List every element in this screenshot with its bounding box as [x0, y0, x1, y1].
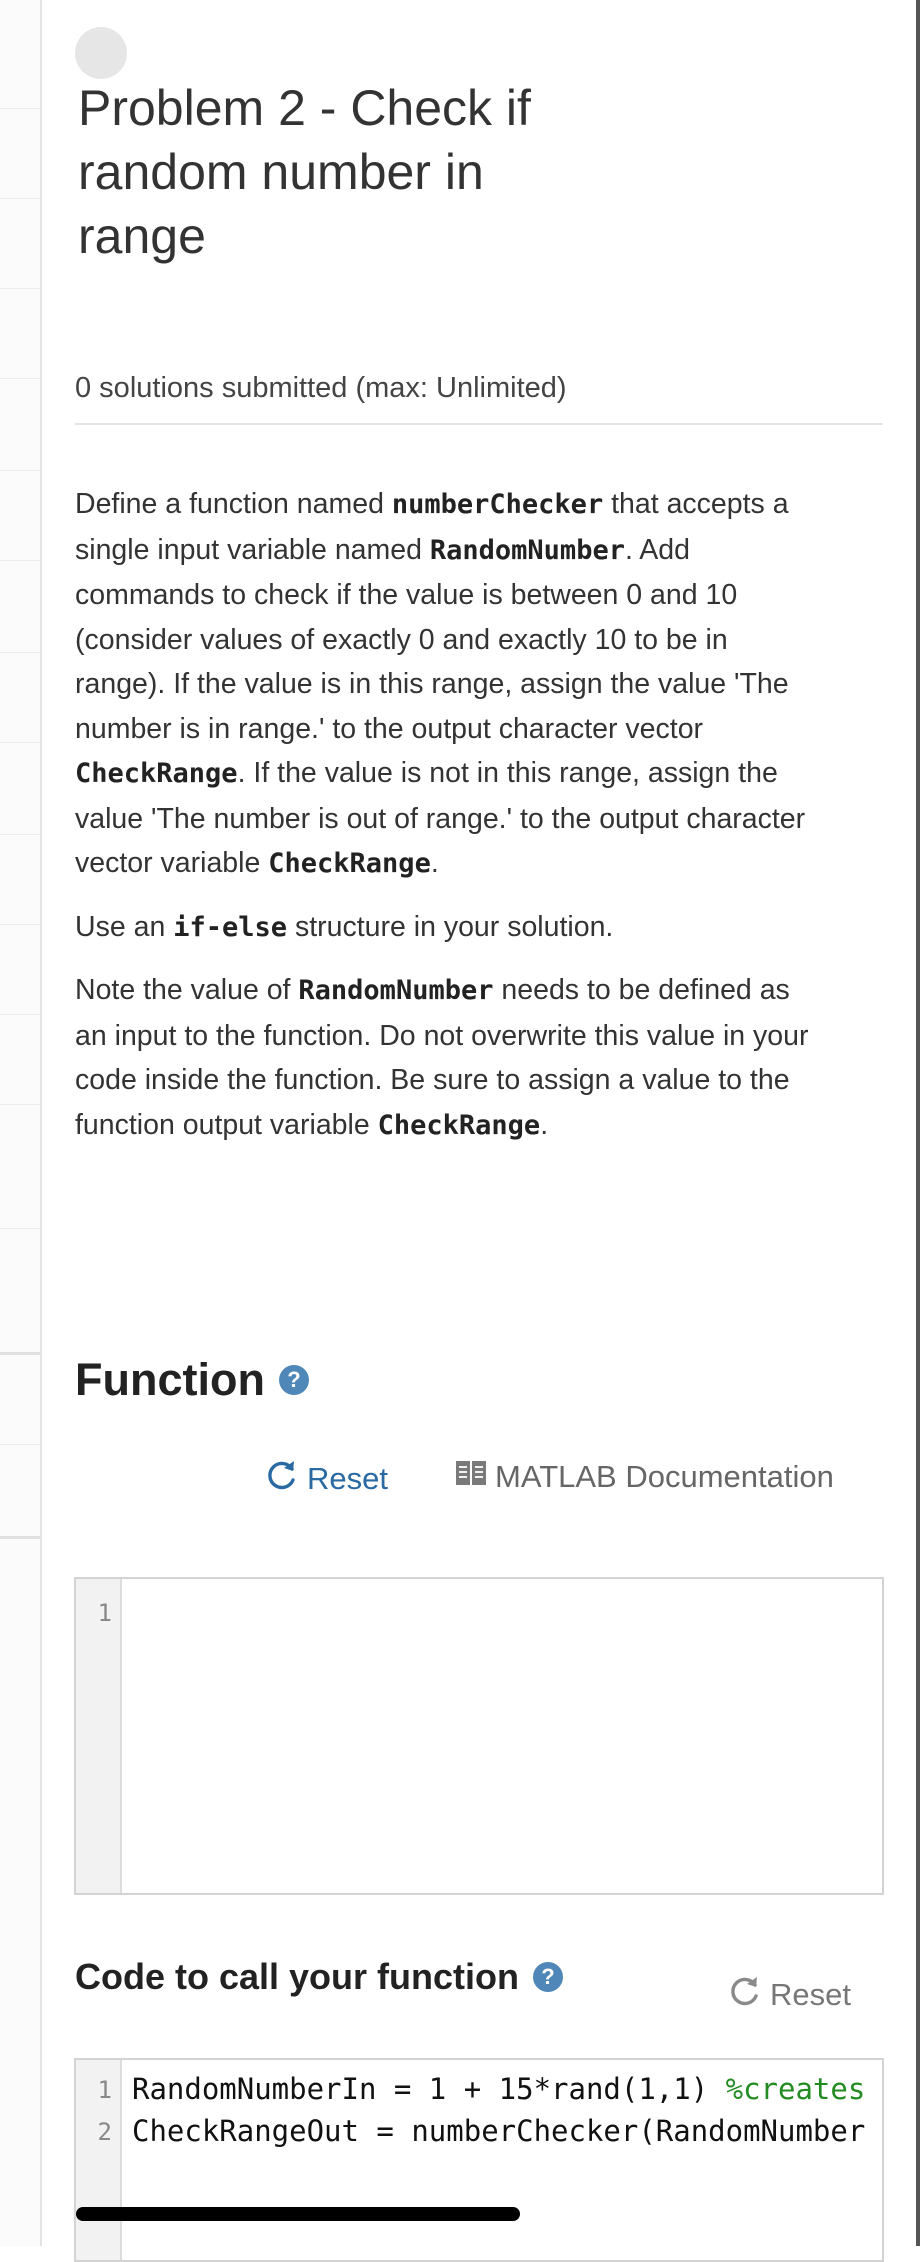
code-text: RandomNumberIn = 1 + 15*rand(1,1) [132, 2072, 726, 2106]
problem-description: Define a function named numberChecker th… [75, 482, 810, 1166]
code-comment: %creates [725, 2072, 866, 2106]
code-text: CheckRangeOut = numberChecker(RandomNumb… [132, 2114, 866, 2148]
matlab-documentation-link[interactable]: MATLAB Documentation [455, 1458, 834, 1496]
description-paragraph: Note the value of RandomNumber needs to … [75, 968, 810, 1148]
rail-divider [0, 1014, 40, 1015]
function-name-code: numberChecker [391, 489, 604, 520]
refresh-icon [728, 1974, 762, 2016]
help-icon[interactable]: ? [533, 1962, 564, 1992]
description-text: Note the value of [75, 974, 299, 1006]
book-icon [455, 1458, 487, 1496]
rail-divider [0, 108, 40, 109]
rail-divider [0, 652, 40, 653]
code-line: RandomNumberIn = 1 + 15*rand(1,1) %creat… [132, 2072, 865, 2106]
reset-label: Reset [770, 1977, 851, 2012]
rail-divider [0, 470, 40, 471]
line-number-gutter: 1 [76, 1579, 122, 1893]
description-text: structure in your solution. [287, 910, 614, 943]
function-heading: Function ? [75, 1354, 309, 1406]
description-text: . [540, 1108, 549, 1141]
input-variable-code: RandomNumber [298, 975, 494, 1006]
submission-status: 0 solutions submitted (max: Unlimited) [75, 372, 883, 425]
output-variable-code: CheckRange [75, 758, 238, 789]
refresh-icon [265, 1458, 299, 1500]
line-number: 1 [97, 1599, 112, 1627]
rail-divider [0, 1444, 40, 1445]
output-variable-code: CheckRange [377, 1109, 541, 1141]
reset-label: Reset [307, 1461, 388, 1496]
function-code-editor[interactable]: 1 [74, 1577, 884, 1895]
structure-code: if-else [173, 911, 288, 943]
rail-divider [0, 1536, 40, 1539]
left-navigation-rail [0, 0, 42, 2246]
call-reset-button[interactable]: Reset [728, 1974, 851, 2016]
function-reset-button[interactable]: Reset [265, 1458, 388, 1500]
scroll-edge [916, 0, 920, 2246]
line-number: 2 [97, 2118, 112, 2146]
rail-divider [0, 834, 40, 835]
rail-divider [0, 924, 40, 925]
documentation-label: MATLAB Documentation [495, 1459, 834, 1494]
rail-divider [0, 378, 40, 379]
call-code-editor[interactable]: 1 2 RandomNumberIn = 1 + 15*rand(1,1) %c… [74, 2058, 884, 2262]
page-title: Problem 2 - Check if random number in ra… [78, 80, 531, 264]
home-indicator [76, 2207, 520, 2221]
rail-divider [0, 1228, 40, 1229]
rail-divider [0, 742, 40, 743]
description-text: Define a function named [75, 488, 392, 520]
call-function-heading: Code to call your function ? [75, 1956, 564, 1998]
rail-divider [0, 560, 40, 561]
call-function-heading-label: Code to call your function [75, 1956, 520, 1997]
code-line: CheckRangeOut = numberChecker(RandomNumb… [132, 2114, 865, 2148]
line-number-gutter: 1 2 [76, 2060, 122, 2260]
description-paragraph: Use an if-else structure in your solutio… [75, 905, 810, 951]
description-text: . [430, 847, 439, 879]
rail-divider [0, 288, 40, 289]
help-icon[interactable]: ? [278, 1365, 309, 1395]
function-heading-label: Function [75, 1354, 265, 1405]
rail-divider [0, 1104, 40, 1105]
output-variable-code: CheckRange [268, 848, 431, 879]
rail-divider [0, 198, 40, 199]
rail-divider [0, 1352, 40, 1355]
input-variable-code: RandomNumber [429, 534, 625, 566]
avatar [75, 27, 127, 79]
line-number: 1 [97, 2076, 112, 2104]
description-paragraph: Define a function named numberChecker th… [75, 482, 810, 887]
description-text: Use an [75, 910, 174, 943]
